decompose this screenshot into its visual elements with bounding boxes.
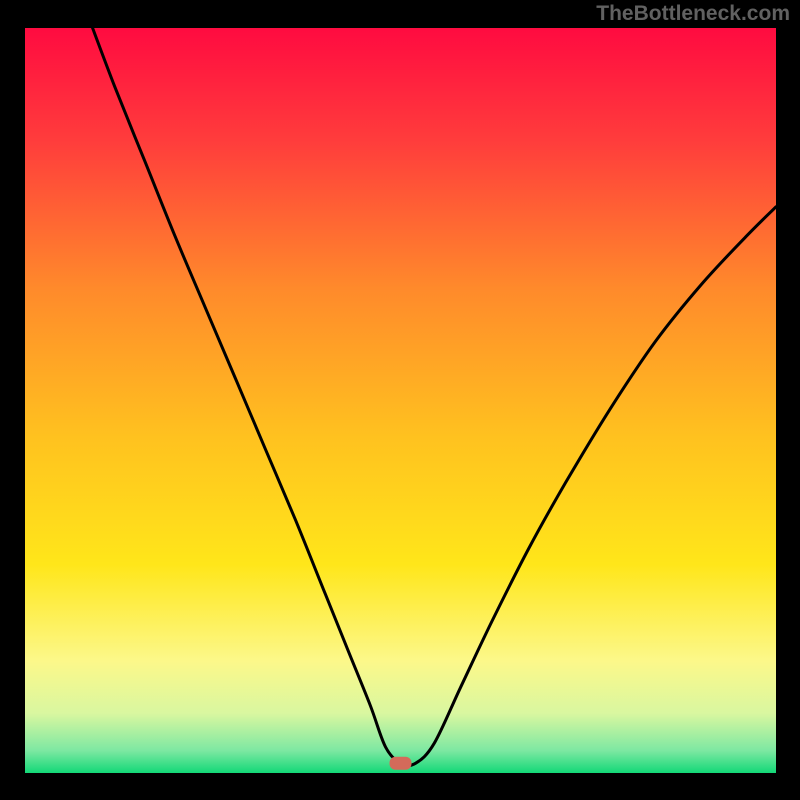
optimal-marker <box>390 757 412 770</box>
attribution-text: TheBottleneck.com <box>596 2 790 26</box>
chart-container: TheBottleneck.com <box>0 0 800 800</box>
bottleneck-curve-chart <box>0 0 800 800</box>
